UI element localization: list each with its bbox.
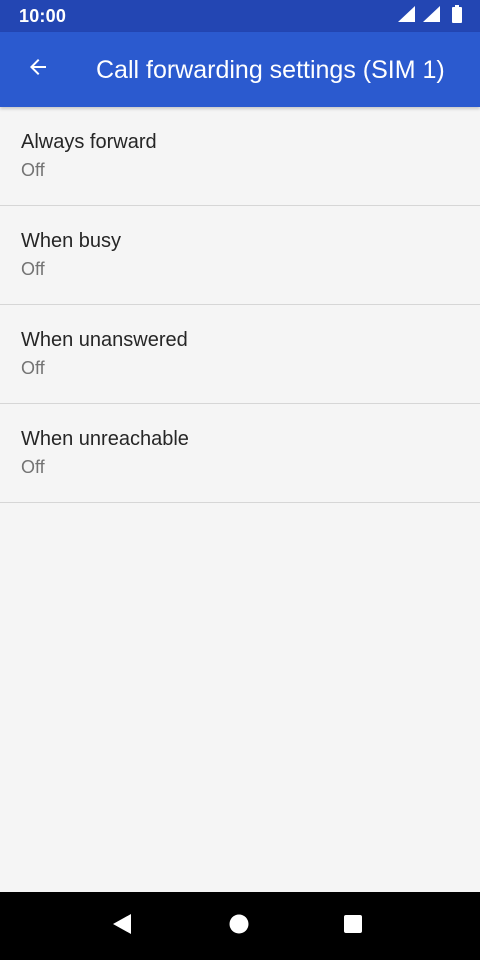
nav-recents-icon — [343, 914, 363, 939]
back-button[interactable] — [16, 47, 60, 91]
nav-home-button[interactable] — [219, 906, 259, 946]
nav-back-button[interactable] — [102, 906, 142, 946]
setting-always-forward[interactable]: Always forward Off — [0, 107, 480, 206]
setting-when-unreachable[interactable]: When unreachable Off — [0, 404, 480, 503]
setting-summary: Off — [21, 457, 45, 477]
setting-title: Always forward — [21, 131, 157, 153]
status-time: 10:00 — [19, 6, 67, 26]
nav-recents-button[interactable] — [333, 906, 373, 946]
page-title: Call forwarding settings (SIM 1) — [96, 56, 445, 84]
status-bar: 10:00 — [0, 0, 480, 32]
arrow-back-icon — [26, 55, 50, 84]
setting-when-unanswered[interactable]: When unanswered Off — [0, 305, 480, 404]
setting-title: When unreachable — [21, 428, 189, 450]
wifi-signal-icon — [398, 5, 416, 28]
setting-summary: Off — [21, 259, 45, 279]
setting-summary: Off — [21, 160, 45, 180]
navigation-bar — [0, 892, 480, 960]
setting-title: When unanswered — [21, 329, 188, 351]
nav-home-icon — [229, 914, 249, 939]
setting-summary: Off — [21, 358, 45, 378]
nav-back-icon — [112, 913, 132, 940]
setting-when-busy[interactable]: When busy Off — [0, 206, 480, 305]
battery-icon — [452, 4, 462, 28]
setting-title: When busy — [21, 230, 122, 252]
settings-list: Always forward Off When busy Off When un… — [0, 107, 480, 503]
status-icons — [398, 4, 462, 28]
cell-signal-icon — [423, 5, 441, 28]
app-bar: Call forwarding settings (SIM 1) — [0, 32, 480, 107]
